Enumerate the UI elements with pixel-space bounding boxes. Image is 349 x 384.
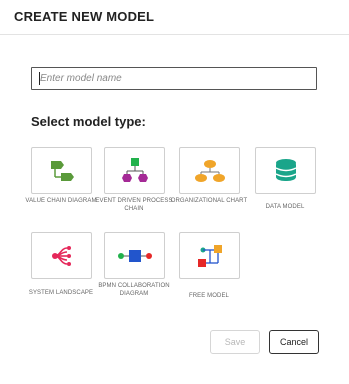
model-type-free-model[interactable] [179, 232, 240, 279]
value-chain-icon [50, 160, 74, 181]
model-type-system-landscape[interactable] [31, 232, 92, 279]
header-divider [0, 34, 349, 35]
dialog-title: CREATE NEW MODEL [14, 9, 155, 24]
system-landscape-icon [51, 245, 71, 266]
model-type-bpmn[interactable] [104, 232, 165, 279]
text-caret [39, 72, 40, 85]
save-button[interactable]: Save [210, 330, 260, 354]
label-org-chart: ORGANIZATIONAL CHART [170, 198, 248, 204]
model-type-value-chain[interactable] [31, 147, 92, 194]
cancel-button[interactable]: Cancel [269, 330, 319, 354]
label-data-model: DATA MODEL [265, 204, 305, 210]
label-bpmn: BPMN COLLABORATION DIAGRAM [98, 283, 170, 297]
bpmn-icon [117, 249, 152, 262]
database-icon [275, 158, 296, 181]
label-free-model: FREE MODEL [188, 293, 229, 299]
model-type-org-chart[interactable] [179, 147, 240, 194]
label-value-chain: VALUE CHAIN DIAGRAM [25, 198, 97, 204]
label-epc: EVENT DRIVEN PROCESS CHAIN [95, 198, 173, 212]
create-model-dialog: CREATE NEW MODEL Select model type: [0, 0, 349, 384]
org-chart-icon [194, 159, 225, 182]
model-type-data-model[interactable] [255, 147, 316, 194]
model-name-input[interactable] [31, 67, 317, 90]
free-model-icon [197, 244, 222, 267]
epc-icon [121, 157, 148, 182]
label-system-landscape: SYSTEM LANDSCAPE [28, 290, 94, 296]
model-type-epc[interactable] [104, 147, 165, 194]
model-type-label: Select model type: [31, 114, 146, 129]
